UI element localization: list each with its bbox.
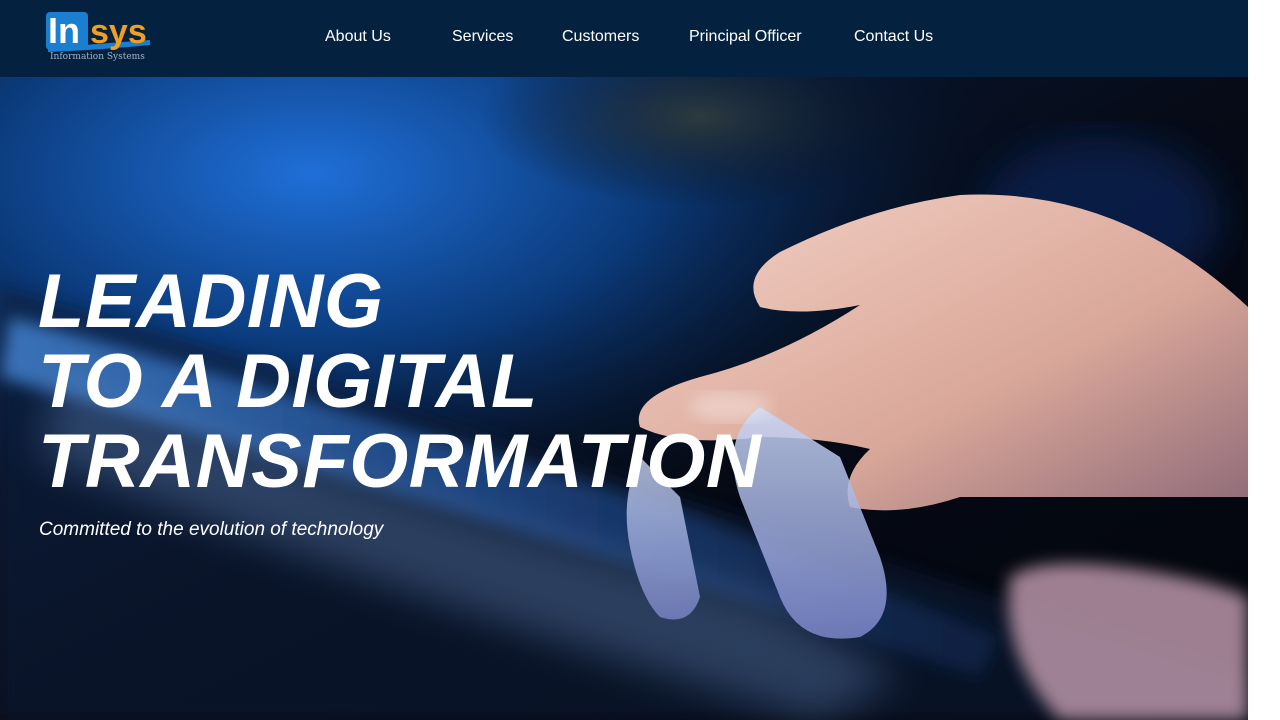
hero-title-line-3: TRANSFORMATION <box>38 419 762 504</box>
hero-title: LEADING TO A DIGITAL TRANSFORMATION <box>38 262 761 502</box>
main-nav: About Us Services Customers Principal Of… <box>0 0 1248 77</box>
hero-title-line-2: TO A DIGITAL <box>38 339 538 424</box>
hero-section: LEADING TO A DIGITAL TRANSFORMATION Comm… <box>0 77 1248 720</box>
hero-subtitle: Committed to the evolution of technology <box>39 519 384 540</box>
page-gutter <box>1248 0 1280 720</box>
nav-customers[interactable]: Customers <box>562 28 639 46</box>
site-header: In sys Information Systems About Us Serv… <box>0 0 1248 77</box>
nav-about-us[interactable]: About Us <box>325 28 391 46</box>
hero-title-line-1: LEADING <box>38 259 384 344</box>
nav-contact-us[interactable]: Contact Us <box>854 28 933 46</box>
nav-principal-officer[interactable]: Principal Officer <box>689 28 802 46</box>
nav-services[interactable]: Services <box>452 28 513 46</box>
homepage: In sys Information Systems About Us Serv… <box>0 0 1248 720</box>
